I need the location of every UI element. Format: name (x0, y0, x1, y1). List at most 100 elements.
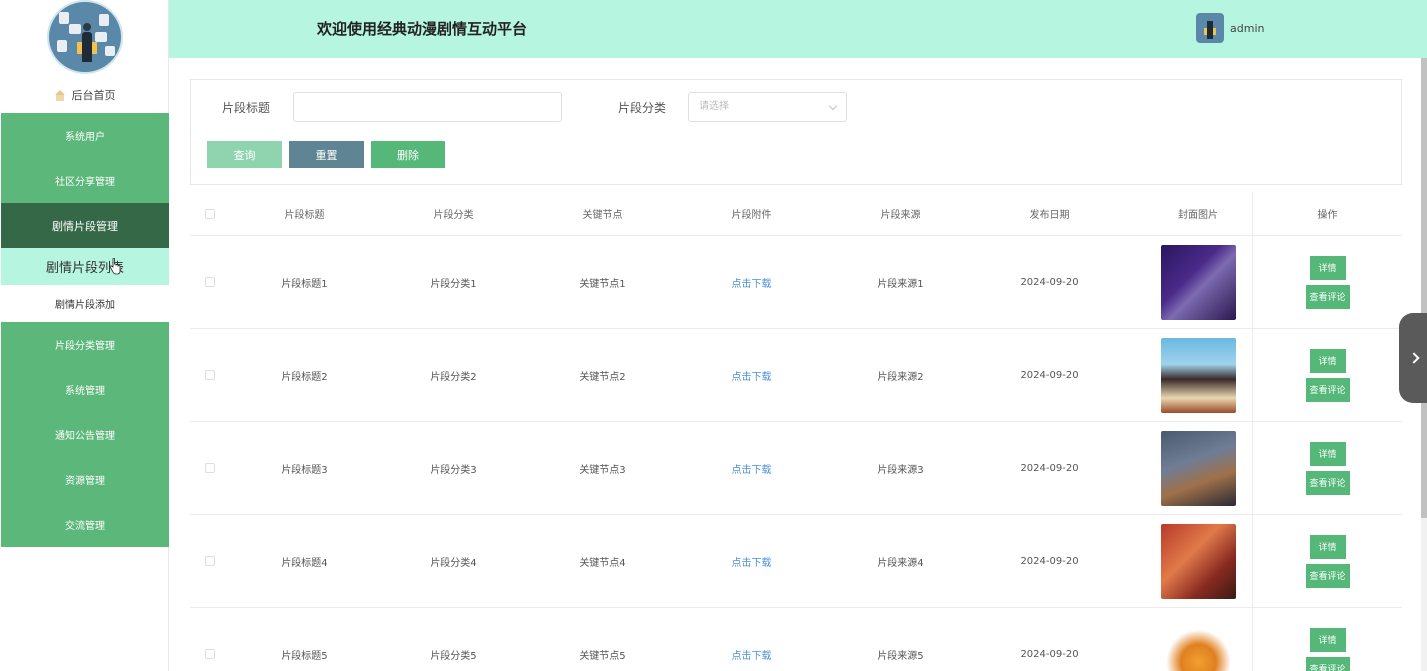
sidebar-item-system-users[interactable]: 系统用户 (1, 113, 169, 158)
column-header: 片段附件 (731, 210, 772, 221)
row-select-cell (190, 515, 230, 607)
select-all-checkbox[interactable] (205, 208, 215, 219)
cell-source: 片段来源4 (877, 557, 924, 569)
cell-attachment: 点击下载 (677, 329, 826, 421)
detail-button[interactable]: 详情 (1309, 534, 1346, 559)
title-search-input[interactable] (293, 92, 562, 122)
cell-source: 片段来源3 (877, 464, 924, 476)
cell-attachment: 点击下载 (677, 608, 826, 671)
sidebar-item-label: 剧情片段管理 (52, 219, 118, 233)
sidebar-item-communication[interactable]: 交流管理 (1, 502, 169, 547)
view-reviews-button[interactable]: 查看评论 (1305, 470, 1350, 495)
cell-key-node: 关键节点1 (579, 278, 626, 290)
download-link[interactable]: 点击下载 (732, 554, 772, 569)
delete-button[interactable]: 删除 (371, 141, 445, 168)
sidebar-subitem-clip-add[interactable]: 剧情片段添加 (1, 285, 169, 322)
category-select[interactable]: 请选择 (688, 92, 847, 122)
table-header-row: 片段标题 片段分类 关键节点 片段附件 片段来源 发布日期 封面图片 操作 (190, 192, 1402, 236)
row-select-cell (190, 329, 230, 421)
cell-category: 片段分类3 (430, 464, 477, 476)
row-checkbox[interactable] (205, 277, 215, 287)
cell-actions: 详情 查看评论 (1252, 329, 1402, 421)
select-all-cell (190, 192, 230, 235)
column-header: 封面图片 (1178, 210, 1218, 221)
download-link[interactable]: 点击下载 (732, 368, 772, 383)
cell-key-node: 关键节点4 (579, 557, 626, 569)
sidebar-item-label: 片段分类管理 (55, 341, 115, 352)
cell-key-node: 关键节点3 (579, 464, 626, 476)
cell-cover (1124, 422, 1272, 514)
chevron-down-icon (828, 101, 838, 111)
sidebar-subitem-clip-list[interactable]: 剧情片段列表 (1, 248, 169, 285)
sidebar-item-clip-category[interactable]: 片段分类管理 (1, 322, 169, 367)
cell-actions: 详情 查看评论 (1252, 515, 1402, 607)
detail-button[interactable]: 详情 (1309, 441, 1346, 466)
sidebar-item-notice[interactable]: 通知公告管理 (1, 412, 169, 457)
cover-image (1160, 616, 1236, 671)
detail-button[interactable]: 详情 (1309, 348, 1346, 373)
sidebar-item-label: 剧情片段添加 (55, 300, 115, 311)
cell-cover (1124, 329, 1272, 421)
cell-source: 片段来源1 (877, 278, 924, 290)
category-field-label: 片段分类 (618, 101, 667, 115)
sidebar-item-resource[interactable]: 资源管理 (1, 457, 169, 502)
download-link[interactable]: 点击下载 (732, 275, 772, 290)
cell-title: 片段标题1 (281, 278, 328, 290)
cell-cover (1124, 515, 1272, 607)
cell-cover (1124, 236, 1272, 328)
sidebar-home-label: 后台首页 (71, 89, 116, 102)
sidebar: 后台首页 系统用户 社区分享管理 剧情片段管理 剧情片段列表 剧情片段添加 片段… (0, 0, 169, 671)
column-header: 发布日期 (1029, 210, 1070, 221)
sidebar-avatar[interactable] (47, 0, 123, 74)
view-reviews-button[interactable]: 查看评论 (1305, 284, 1350, 309)
cell-attachment: 点击下载 (677, 515, 826, 607)
sidebar-item-label: 交流管理 (65, 521, 105, 532)
chevron-right-icon (1408, 352, 1420, 364)
download-link[interactable]: 点击下载 (732, 647, 772, 662)
cover-image (1160, 430, 1236, 506)
view-reviews-button[interactable]: 查看评论 (1305, 377, 1350, 402)
user-menu[interactable]: admin (1196, 13, 1264, 43)
sidebar-item-label: 系统管理 (65, 386, 105, 397)
page-title: 欢迎使用经典动漫剧情互动平台 (317, 20, 528, 38)
clip-table: 片段标题 片段分类 关键节点 片段附件 片段来源 发布日期 封面图片 操作 片段… (190, 192, 1402, 671)
cell-category: 片段分类4 (430, 557, 477, 569)
side-panel-toggle[interactable] (1399, 313, 1427, 403)
column-header: 片段来源 (880, 210, 921, 221)
row-checkbox[interactable] (205, 556, 215, 566)
cover-image (1160, 337, 1236, 413)
row-checkbox[interactable] (205, 649, 215, 659)
sidebar-menu: 系统用户 社区分享管理 剧情片段管理 剧情片段列表 剧情片段添加 片段分类管理 … (1, 113, 169, 547)
download-link[interactable]: 点击下载 (732, 461, 772, 476)
cell-attachment: 点击下载 (677, 236, 826, 328)
detail-button[interactable]: 详情 (1309, 255, 1346, 280)
detail-button[interactable]: 详情 (1309, 627, 1346, 652)
cell-attachment: 点击下载 (677, 422, 826, 514)
table-row: 片段标题5 片段分类5 关键节点5 点击下载 片段来源5 2024-09-20 … (190, 608, 1402, 671)
username: admin (1230, 21, 1265, 35)
row-checkbox[interactable] (205, 370, 215, 380)
sidebar-item-plot-clips[interactable]: 剧情片段管理 (1, 203, 169, 248)
sidebar-item-system-manage[interactable]: 系统管理 (1, 367, 169, 412)
cell-date: 2024-09-20 (1020, 369, 1079, 381)
sidebar-home-link[interactable]: 后台首页 (0, 84, 169, 106)
cell-title: 片段标题5 (281, 650, 328, 662)
view-reviews-button[interactable]: 查看评论 (1305, 656, 1350, 671)
sidebar-item-label: 通知公告管理 (55, 431, 115, 442)
sidebar-item-label: 系统用户 (65, 132, 105, 143)
main-content: 片段标题 片段分类 请选择 查询 重置 删除 片段标题 片段分类 关键节点 片段… (169, 58, 1427, 671)
query-button[interactable]: 查询 (207, 141, 282, 168)
sidebar-item-community-share[interactable]: 社区分享管理 (1, 158, 169, 203)
scrollbar-thumb[interactable] (1421, 58, 1427, 518)
column-header: 关键节点 (582, 210, 623, 221)
home-icon (54, 89, 66, 101)
cell-title: 片段标题4 (281, 557, 328, 569)
view-reviews-button[interactable]: 查看评论 (1305, 563, 1350, 588)
sidebar-item-label: 社区分享管理 (55, 177, 115, 188)
avatar (47, 0, 123, 74)
app-root: 后台首页 系统用户 社区分享管理 剧情片段管理 剧情片段列表 剧情片段添加 片段… (0, 0, 1427, 671)
cover-image (1160, 523, 1236, 599)
user-avatar (1196, 13, 1224, 43)
row-checkbox[interactable] (205, 463, 215, 473)
reset-button[interactable]: 重置 (289, 141, 364, 168)
